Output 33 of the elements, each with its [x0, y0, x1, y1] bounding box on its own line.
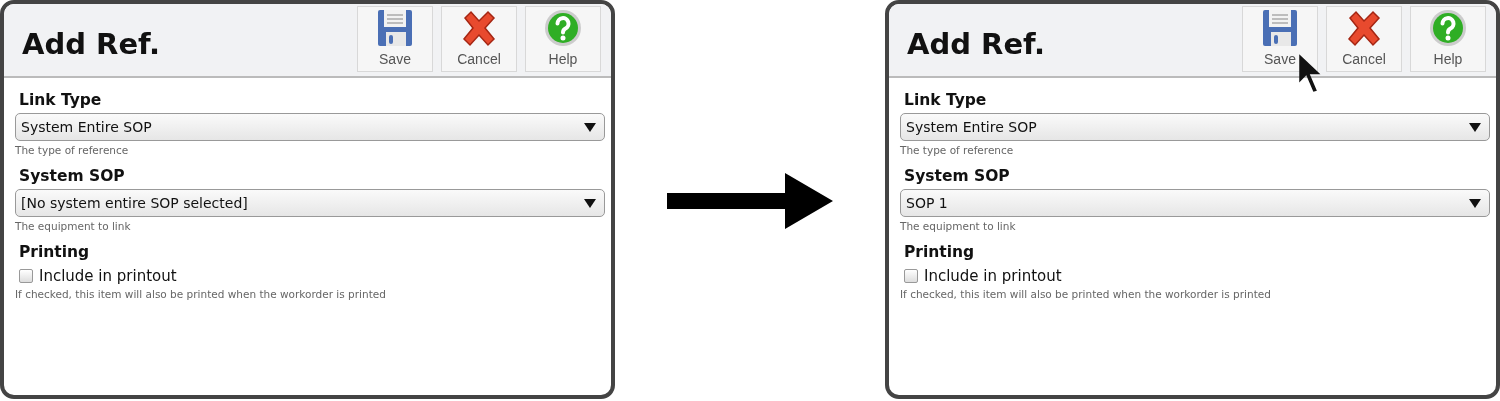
help-icon — [1428, 8, 1468, 48]
toolbar-button[interactable]: Help — [1410, 6, 1486, 72]
dropdown[interactable]: System Entire SOP — [900, 113, 1490, 141]
field-label: Printing — [904, 243, 975, 261]
checkbox[interactable] — [19, 269, 33, 283]
toolbar-button[interactable]: Help — [525, 6, 601, 72]
checkbox[interactable] — [904, 269, 918, 283]
field-hint: If checked, this item will also be printed when the workorder is printed — [15, 288, 387, 300]
dialog-title: Add Ref. — [907, 27, 1046, 61]
field-hint: The type of reference — [15, 144, 130, 156]
field-label: System SOP — [19, 167, 125, 185]
caret-icon — [1469, 122, 1481, 132]
caret-icon — [584, 122, 596, 132]
dropdown[interactable]: System Entire SOP — [15, 113, 605, 141]
toolbar-button[interactable]: Save — [357, 6, 433, 72]
field-label: System SOP — [904, 167, 1010, 185]
toolbar-button[interactable]: Cancel — [441, 6, 517, 72]
dropdown[interactable]: SOP 1 — [900, 189, 1490, 217]
toolbar-button[interactable]: Cancel — [1326, 6, 1402, 72]
field-hint: The equipment to link — [15, 220, 132, 232]
help-icon — [543, 8, 583, 48]
dialog-title: Add Ref. — [22, 27, 161, 61]
field-label: Link Type — [19, 91, 102, 109]
dropdown[interactable]: [No system entire SOP selected] — [15, 189, 605, 217]
field-hint: If checked, this item will also be printed when the workorder is printed — [900, 288, 1272, 300]
caret-icon — [1469, 198, 1481, 208]
field-hint: The equipment to link — [900, 220, 1017, 232]
field-label: Printing — [19, 243, 90, 261]
field-label: Link Type — [904, 91, 987, 109]
checkbox-label[interactable]: Include in printout — [924, 267, 1062, 285]
field-hint: The type of reference — [900, 144, 1015, 156]
caret-icon — [584, 198, 596, 208]
checkbox-label[interactable]: Include in printout — [39, 267, 177, 285]
